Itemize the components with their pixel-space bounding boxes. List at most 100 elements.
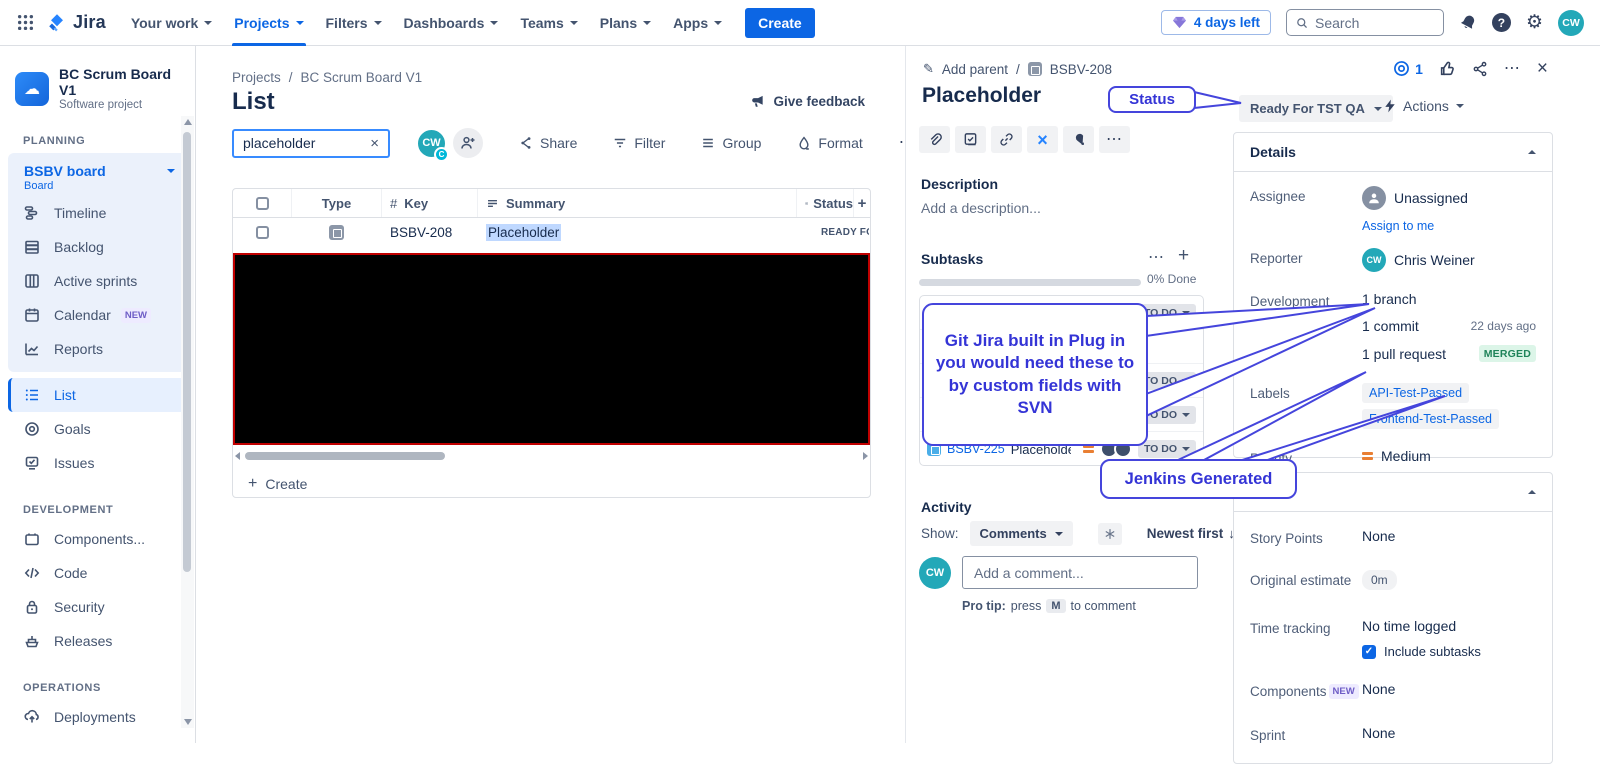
marker-icon[interactable] <box>1063 126 1094 153</box>
time-tracking-value[interactable]: No time logged <box>1362 618 1456 634</box>
app-switcher-icon[interactable] <box>10 8 40 38</box>
sidebar-item-deployments[interactable]: Deployments <box>8 700 187 734</box>
description-placeholder[interactable]: Add a description... <box>921 200 1041 216</box>
format-button[interactable]: Format <box>797 135 863 151</box>
story-points-value[interactable]: None <box>1362 528 1536 544</box>
row-checkbox[interactable] <box>255 226 269 239</box>
nav-plans[interactable]: Plans <box>589 0 662 46</box>
like-button[interactable] <box>1439 60 1456 77</box>
trial-days-left-button[interactable]: 4 days left <box>1160 10 1271 35</box>
sprint-value[interactable]: None <box>1362 725 1536 741</box>
subtasks-more-icon[interactable]: ⋯ <box>1148 247 1165 267</box>
label-chip[interactable]: Frontend-Test-Passed <box>1362 409 1499 429</box>
link-issue-button[interactable] <box>991 126 1022 153</box>
dev-pull-request-link[interactable]: 1 pull request MERGED <box>1362 345 1536 362</box>
issue-summary[interactable]: Placeholder <box>486 224 562 241</box>
column-type[interactable]: Type <box>292 189 382 217</box>
subtask-status-dropdown[interactable]: TO DO <box>1137 440 1196 458</box>
jira-logo[interactable]: Jira <box>46 12 106 34</box>
avatar-status-badge: C <box>434 146 449 162</box>
assignee-value[interactable]: Unassigned <box>1362 186 1536 210</box>
sidebar-item-active-sprints[interactable]: Active sprints <box>8 264 187 298</box>
create-button[interactable]: Create <box>745 7 815 38</box>
help-icon[interactable]: ? <box>1491 13 1511 32</box>
sidebar-item-components[interactable]: Components... <box>8 522 187 556</box>
more-quick-actions[interactable]: ⋯ <box>1099 126 1130 153</box>
horizontal-scrollbar[interactable] <box>233 449 870 462</box>
sidebar-item-goals[interactable]: Goals <box>8 412 187 446</box>
reporter-value[interactable]: CW Chris Weiner <box>1362 248 1536 272</box>
label-chip[interactable]: API-Test-Passed <box>1362 383 1470 403</box>
sidebar-item-issues[interactable]: Issues <box>8 446 187 480</box>
sort-order-button[interactable]: Newest first ↓≡ <box>1147 526 1243 541</box>
sidebar-item-reports[interactable]: Reports <box>8 332 187 366</box>
project-header[interactable]: ☁ BC Scrum Board V1 Software project <box>0 66 195 111</box>
user-avatar[interactable]: CW <box>1558 9 1584 36</box>
activity-settings-icon[interactable] <box>1097 522 1122 545</box>
sidebar-item-timeline[interactable]: Timeline <box>8 196 187 230</box>
sidebar-item-security[interactable]: Security <box>8 590 187 624</box>
include-subtasks-checkbox[interactable]: ✓ <box>1362 644 1376 659</box>
sidebar-scrollbar[interactable] <box>181 116 194 728</box>
group-button[interactable]: Group <box>701 135 761 151</box>
activity-filter-dropdown[interactable]: Comments <box>969 521 1073 546</box>
column-summary[interactable]: Summary <box>478 189 797 217</box>
original-estimate-value[interactable]: 0m <box>1362 570 1397 590</box>
dev-commit-link[interactable]: 1 commit 22 days ago <box>1362 318 1536 334</box>
add-parent-button[interactable]: Add parent <box>942 62 1008 77</box>
sidebar-item-list[interactable]: List <box>8 378 187 412</box>
list-search-input[interactable] <box>243 135 365 151</box>
list-controls: × CW C Share Filter Group Format ⋯ More <box>232 127 955 162</box>
issue-key-link[interactable]: BSBV-208 <box>1050 62 1112 77</box>
priority-value[interactable]: Medium <box>1362 448 1536 464</box>
share-button[interactable]: Share <box>519 135 577 151</box>
breadcrumb-projects[interactable]: Projects <box>232 70 281 85</box>
more-actions-icon[interactable]: ⋯ <box>1504 60 1521 77</box>
column-status[interactable]: Status <box>797 189 854 217</box>
give-feedback-button[interactable]: Give feedback <box>750 94 865 109</box>
details-card-header[interactable]: Details <box>1234 133 1552 172</box>
notifications-bell-icon[interactable] <box>1459 14 1477 32</box>
sidebar-item-backlog[interactable]: Backlog <box>8 230 187 264</box>
column-key[interactable]: # Key <box>382 189 478 217</box>
user-filter-avatar[interactable]: CW C <box>416 127 449 162</box>
status-dropdown[interactable]: Ready For TST QA <box>1239 95 1393 122</box>
assign-to-me-link[interactable]: Assign to me <box>1362 219 1434 233</box>
add-people-button[interactable] <box>453 128 483 158</box>
dev-branch-link[interactable]: 1 branch <box>1362 291 1536 307</box>
nav-teams[interactable]: Teams <box>509 0 588 46</box>
nav-projects[interactable]: Projects <box>223 0 314 46</box>
watch-button[interactable]: 1 <box>1393 60 1423 77</box>
add-column-button[interactable]: + <box>854 189 870 217</box>
issue-parent-bar: ✎ Add parent / BSBV-208 <box>923 61 1113 77</box>
scroll-left-arrow <box>235 451 240 460</box>
comment-input[interactable] <box>962 556 1198 589</box>
components-value[interactable]: None <box>1362 681 1536 697</box>
attach-button[interactable] <box>919 126 950 153</box>
add-subtask-button[interactable] <box>955 126 986 153</box>
breadcrumb-project[interactable]: BC Scrum Board V1 <box>301 70 423 85</box>
board-switcher[interactable]: BSBV board Board <box>8 163 187 196</box>
actions-dropdown[interactable]: Actions <box>1384 98 1464 114</box>
nav-filters[interactable]: Filters <box>315 0 393 46</box>
filter-button[interactable]: Filter <box>613 135 665 151</box>
sidebar-item-calendar[interactable]: Calendar NEW <box>8 298 187 332</box>
close-icon[interactable]: × <box>1537 59 1548 78</box>
share-issue-button[interactable] <box>1472 61 1488 77</box>
select-all-checkbox[interactable] <box>255 196 269 210</box>
settings-gear-icon[interactable]: ⚙ <box>1526 13 1543 32</box>
issue-title[interactable]: Placeholder <box>922 84 1041 108</box>
sidebar-item-releases[interactable]: Releases <box>8 624 187 658</box>
table-row[interactable]: BSBV-208 Placeholder READY FOR TST QA <box>233 218 870 247</box>
nav-dashboards[interactable]: Dashboards <box>393 0 510 46</box>
issue-key[interactable]: BSBV-208 <box>390 225 452 240</box>
subtasks-add-icon[interactable]: + <box>1178 245 1189 267</box>
create-issue-button[interactable]: + Create <box>248 475 307 493</box>
issue-status[interactable]: READY FOR TST QA <box>821 227 869 238</box>
global-search-input[interactable] <box>1315 14 1434 31</box>
confluence-cross-icon[interactable]: × <box>1027 126 1058 153</box>
sidebar-item-code[interactable]: Code <box>8 556 187 590</box>
clear-search-icon[interactable]: × <box>370 136 379 151</box>
nav-your-work[interactable]: Your work <box>120 0 223 46</box>
nav-apps[interactable]: Apps <box>662 0 733 46</box>
